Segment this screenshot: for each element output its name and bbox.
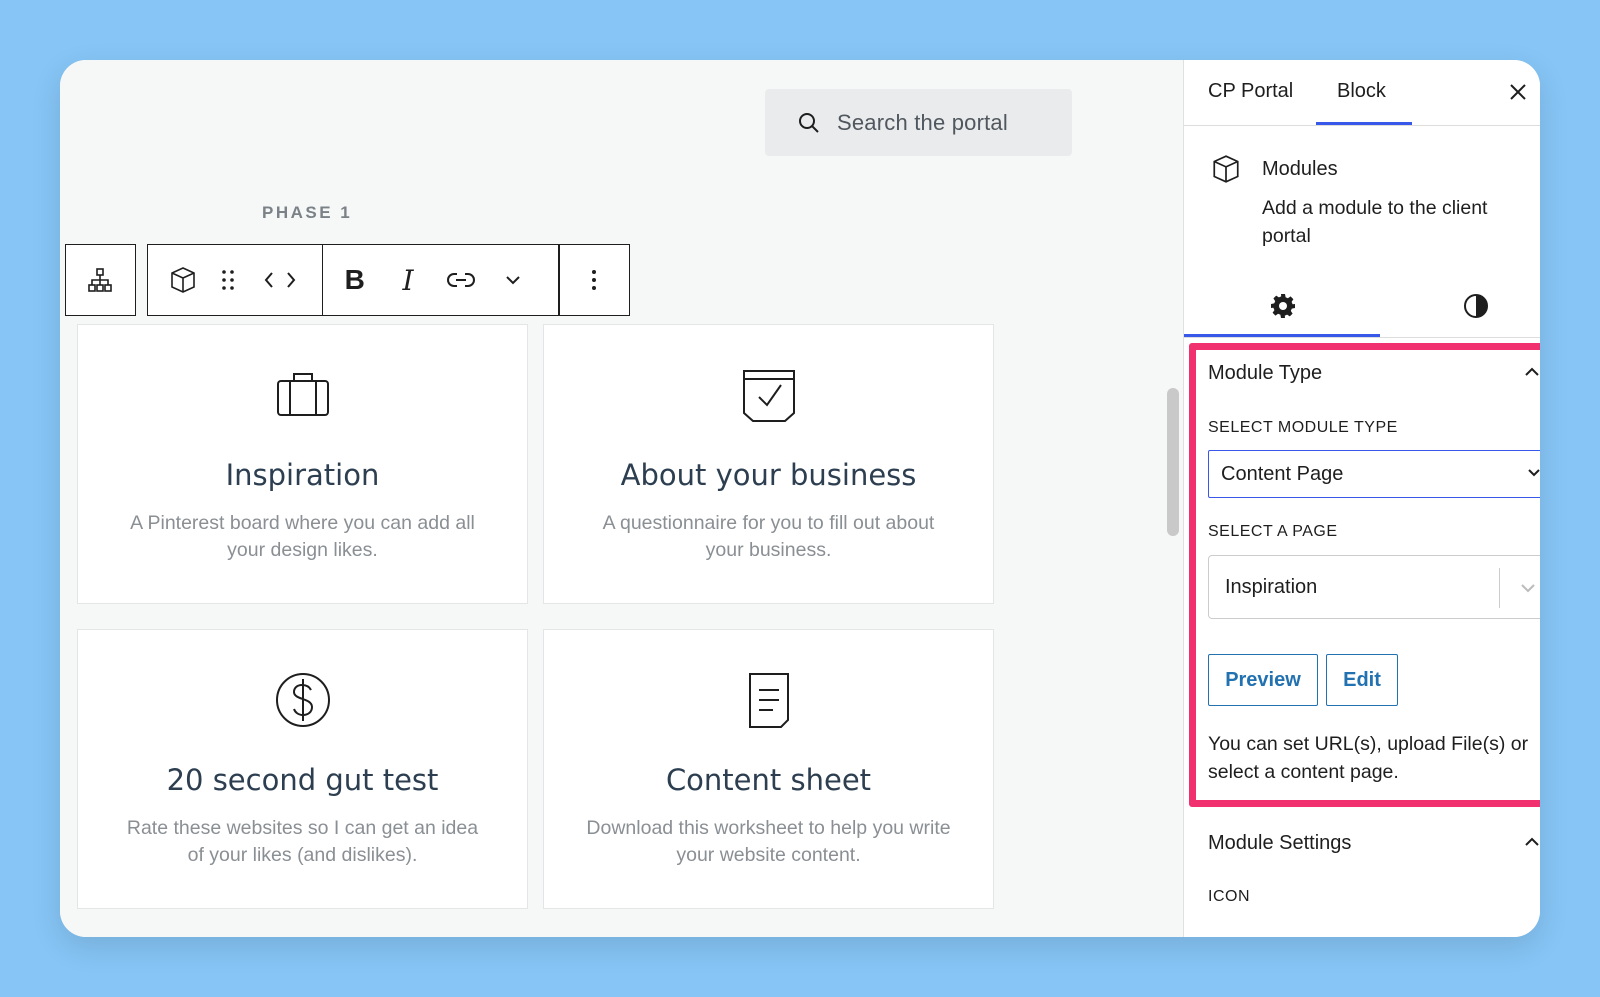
close-icon[interactable]	[1506, 80, 1530, 104]
active-subtab-indicator	[1184, 334, 1380, 337]
card-description: A questionnaire for you to fill out abou…	[602, 512, 935, 561]
link-button[interactable]	[430, 245, 493, 315]
card-description: Download this worksheet to help you writ…	[586, 817, 951, 866]
chevron-up-icon[interactable]	[1522, 832, 1540, 852]
search-icon	[799, 112, 819, 133]
search-box[interactable]: Search the portal	[765, 89, 1072, 156]
briefcase-icon	[276, 373, 329, 416]
canvas-scrollbar[interactable]	[1162, 60, 1184, 937]
gear-icon	[1271, 294, 1295, 318]
hierarchy-button[interactable]	[66, 245, 134, 315]
more-vertical-icon	[592, 270, 597, 290]
editor-window: Search the portal PHASE 1 B I Inspiratio…	[60, 60, 1540, 937]
tab-cp-portal[interactable]: CP Portal	[1208, 80, 1293, 103]
bold-icon: B	[344, 264, 365, 295]
tab-styles[interactable]	[1456, 286, 1496, 326]
cube-icon	[170, 267, 195, 293]
checklist-icon	[742, 370, 795, 422]
editor-canvas: Search the portal PHASE 1 B I Inspiratio…	[60, 60, 1162, 937]
highlight-box	[1189, 343, 1540, 807]
phase-heading: PHASE 1	[262, 203, 353, 222]
chevron-left-right-icon	[264, 272, 296, 288]
move-button[interactable]	[239, 245, 322, 315]
card-description: Rate these websites so I can get an idea…	[126, 817, 479, 866]
chevron-down-icon	[505, 276, 520, 285]
module-card[interactable]: About your business A questionnaire for …	[543, 324, 994, 604]
contrast-icon	[1464, 294, 1488, 318]
sidebar-tabs: CP Portal Block	[1184, 60, 1540, 126]
scrollbar-thumb[interactable]	[1167, 388, 1179, 536]
block-inspector-tabs	[1184, 276, 1540, 338]
bold-button[interactable]: B	[323, 245, 386, 315]
card-description: A Pinterest board where you can add all …	[130, 512, 475, 561]
module-card[interactable]: Content sheet Download this worksheet to…	[543, 629, 994, 909]
block-description: Add a module to the client portal	[1262, 197, 1488, 247]
cube-icon	[1213, 155, 1239, 183]
tab-block[interactable]: Block	[1337, 80, 1386, 103]
hierarchy-icon	[88, 268, 112, 292]
card-title: Content sheet	[665, 763, 872, 797]
italic-icon: I	[402, 263, 414, 297]
drag-icon	[222, 270, 234, 290]
module-settings-panel-title[interactable]: Module Settings	[1208, 832, 1351, 855]
module-card[interactable]: 20 second gut test Rate these websites s…	[77, 629, 528, 909]
block-type-button[interactable]	[148, 245, 217, 315]
italic-button[interactable]: I	[386, 245, 429, 315]
block-toolbar: B I	[147, 244, 630, 316]
active-tab-indicator	[1316, 122, 1412, 125]
more-formats-button[interactable]	[493, 245, 532, 315]
dollar-icon	[275, 673, 330, 727]
block-title: Modules	[1262, 158, 1338, 180]
settings-sidebar: CP Portal Block Modules Add a module to …	[1184, 60, 1540, 937]
options-button[interactable]	[560, 245, 629, 315]
card-title: Inspiration	[225, 458, 380, 492]
card-title: About your business	[620, 458, 917, 492]
document-icon	[748, 673, 789, 728]
card-title: 20 second gut test	[166, 763, 439, 797]
icon-label: ICON	[1208, 888, 1250, 905]
drag-handle[interactable]	[217, 245, 239, 315]
module-card[interactable]: Inspiration A Pinterest board where you …	[77, 324, 528, 604]
block-card: Modules Add a module to the client porta…	[1184, 126, 1540, 276]
block-parent-toolbar	[65, 244, 136, 316]
search-placeholder: Search the portal	[837, 109, 1008, 135]
link-icon	[447, 273, 476, 287]
tab-settings[interactable]	[1263, 286, 1303, 326]
